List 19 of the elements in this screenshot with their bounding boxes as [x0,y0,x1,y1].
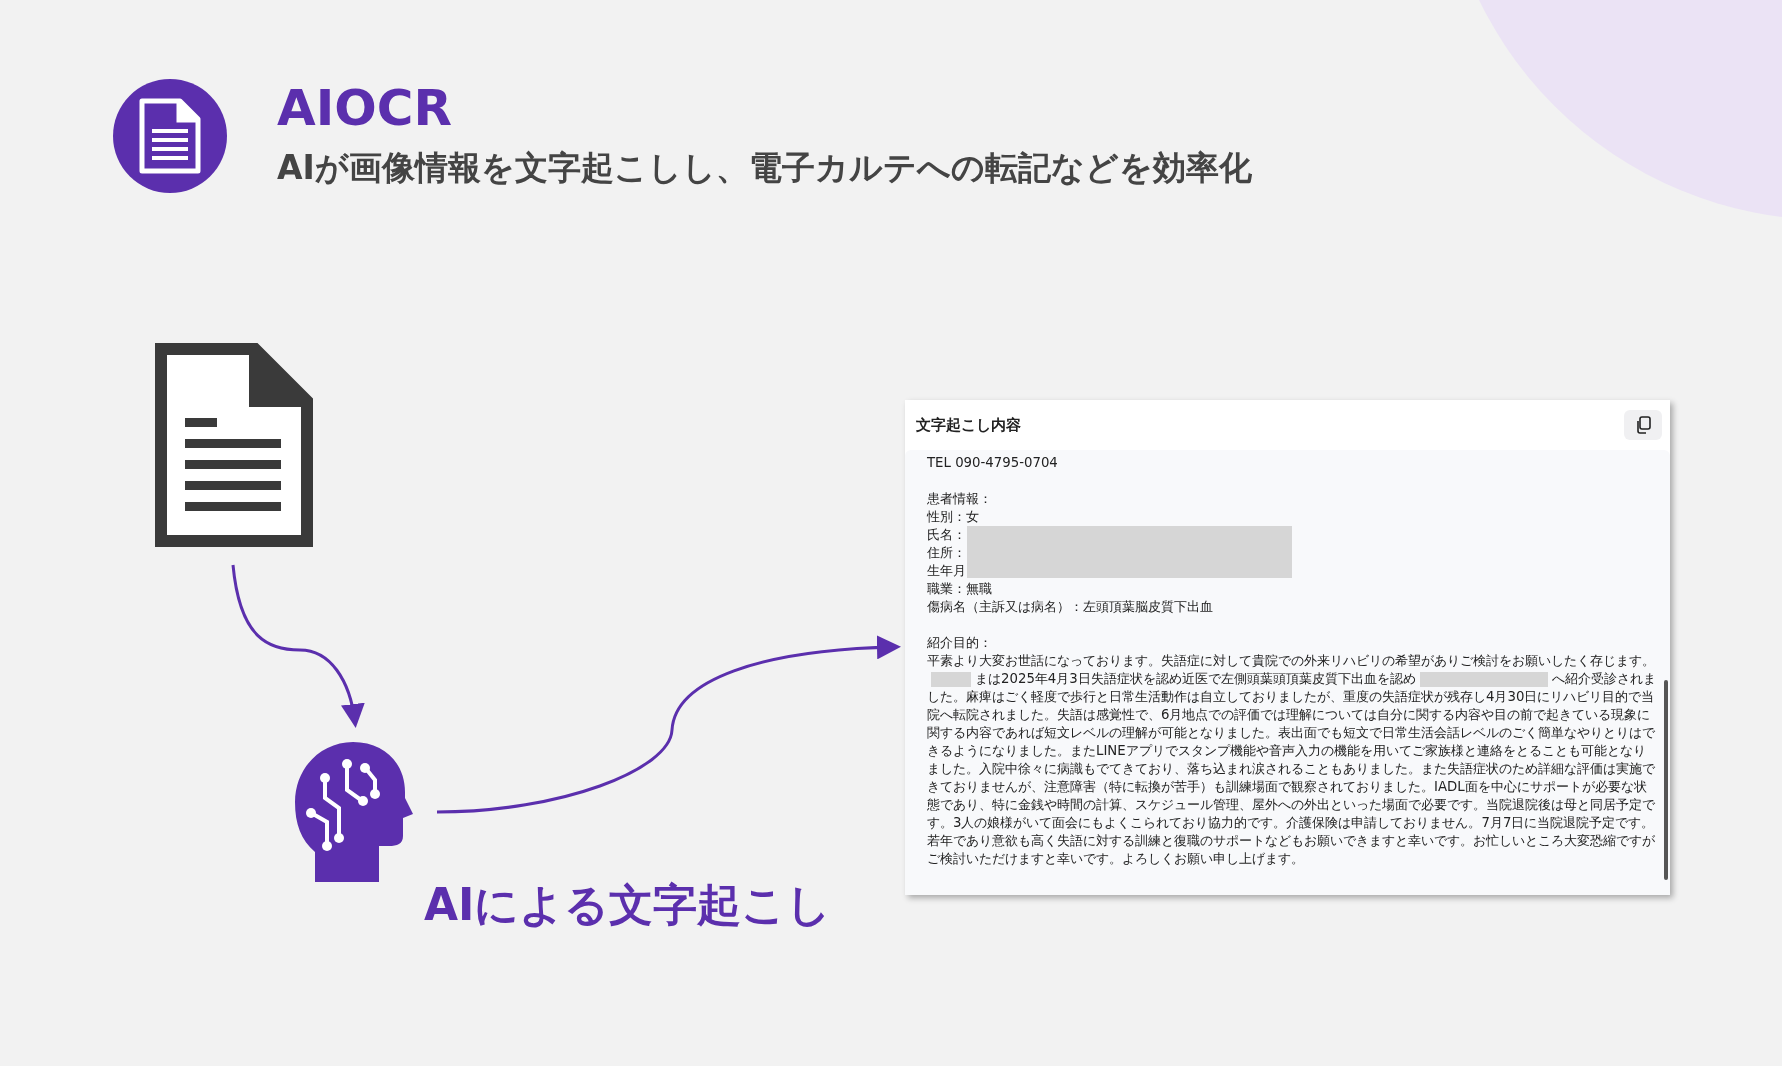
panel-title: 文字起こし内容 [916,415,1021,435]
scrollbar[interactable] [1664,680,1668,880]
text-line: 氏名： [927,526,967,544]
page-subtitle: AIが画像情報を文字起こしし、電子カルテへの転記などを効率化 [277,147,1252,189]
page-title: AIOCR [277,81,453,136]
paragraph-text: 平素より大変お世話になっております。失語症に対して貴院での外来リハビリの希望がありご検討をお願いしたく存じます。 まは2025年4月3日失語症状を認め近医で左側頭葉頭頂葉皮質下出血を認め へ紹介受診されました。麻痺はごく軽度で歩行と日常生活動作は自立しておりましたが、重度の失語症状が残存し4月30日にリハビリ目的で当院へ転院されました。失語は感覚性で、6月地点での評価では理解については自分に関する内容や目の前で起きている現象に関する内容であれば短文レベルの理解が可能となりました。表出面でも短文で日常生活会話レベルのごく簡単なやりとりはできるようになりました。またLINEアプリでスタンプ機能や音声入力の機能を用いてご家族様と連絡をとることも可能となりました。入院中徐々に病識もでてきており、落ち込まれ涙されることもありました。また失語症状のため詳細な評価は実施できておりませんが、注意障害（特に転換が苦手）も訓練場面で観察されておりました。IADL面を中心にサポートが必要な状態であり、特に金銭や時間の計算、スケジュール管理、屋外への外出といった場面で必要です。当院退院後は母と同居予定です。3人の娘様がいて面会にもよくこられており協力的です。介護保険は申請しておりません。7月7日に当院退院予定です。若年であり意欲も高く失語に対する訓練と復職のサポートなどもお願いできますと幸いです。お忙しいところ大変恐縮ですがご検討いただけますと幸いです。よろしくお願い申し上げます。 [927,652,1657,868]
document-icon [155,343,313,547]
text-line: 患者情報： [927,490,993,508]
text-line: TEL 090-4795-0704 [927,454,1059,472]
text-line: 傷病名（主訴又は病名）：左頭頂葉脳皮質下出血 [927,598,1214,616]
text-line: 住所： [927,544,967,562]
flow-caption: AIによる文字起こし [424,878,832,932]
text-line: 紹介目的： [927,634,993,652]
brain-circuit-icon [295,740,413,882]
text-line: 生年月 [927,562,967,580]
copy-icon [1635,416,1651,434]
text-line: 性別：女 [927,508,980,526]
copy-button[interactable] [1624,410,1662,440]
text-line: 職業：無職 [927,580,993,598]
